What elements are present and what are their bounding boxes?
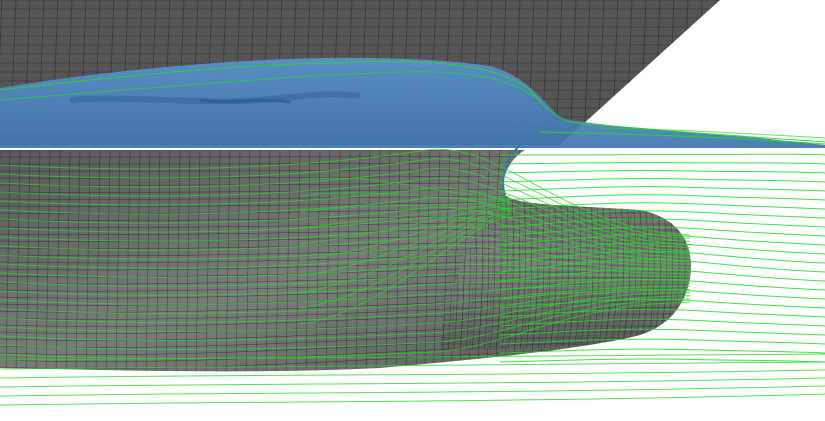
mesh-line xyxy=(738,0,744,145)
streamline xyxy=(499,186,825,192)
streamline xyxy=(499,358,825,363)
streamline xyxy=(499,178,825,183)
streamline xyxy=(499,162,825,165)
streamline xyxy=(499,194,825,201)
mesh-line xyxy=(724,0,730,145)
mesh-line xyxy=(709,0,717,145)
streamline xyxy=(499,153,825,156)
mesh-line xyxy=(695,0,703,145)
streamline xyxy=(0,393,825,406)
streamline xyxy=(0,369,825,379)
ship-hull-render-svg xyxy=(0,0,825,406)
mesh-line xyxy=(752,0,758,145)
cfd-render xyxy=(0,0,825,421)
streamline xyxy=(499,170,825,174)
streamline xyxy=(0,385,825,397)
streamline xyxy=(0,377,825,388)
